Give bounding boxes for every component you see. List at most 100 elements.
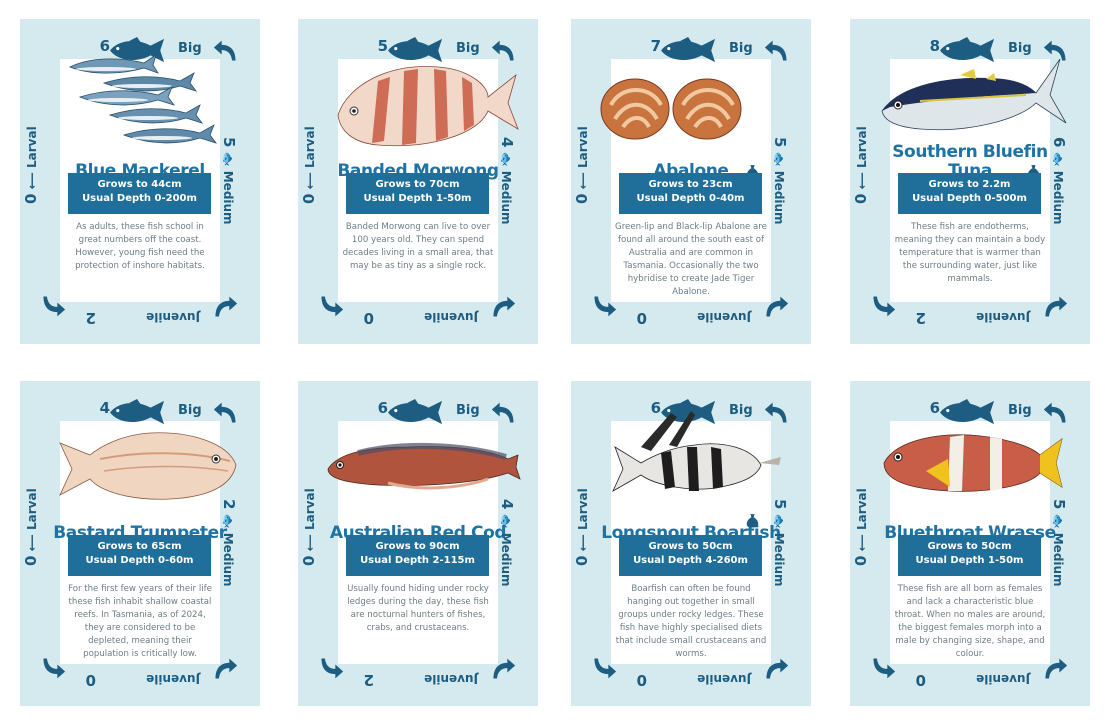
larval-label: Larval [25,126,39,168]
larval-stage: 0 ⟵ Larval [300,488,318,566]
species-card-abalone[interactable]: 7 Big Abalone Grows to 23cm Usual Depth … [571,19,811,344]
cycle-arrow-icon [40,656,66,680]
juvenile-label: Juvenile [976,672,1030,686]
abalone-shells-illustration [600,78,742,140]
stats-box: Grows to 44cm Usual Depth 0-200m [68,173,211,214]
usual-depth-text: Usual Depth 1-50m [915,555,1024,566]
larval-number: 0 [852,555,870,566]
species-description: These fish are all born as females and l… [894,584,1046,659]
medium-number: 5 [220,137,238,148]
juvenile-label: Juvenile [424,672,478,686]
cycle-arrow-icon [490,657,516,681]
stats-box: Grows to 23cm Usual Depth 0-40m [619,173,762,214]
cycle-arrow-icon [870,656,896,680]
juvenile-label: Juvenile [697,310,751,324]
larval-label: Larval [576,488,590,530]
mackerel-school-illustration [69,54,218,144]
species-card-southern-bluefin-tuna[interactable]: 8 Big Southern Bluefin Tuna Grows to 2.2… [850,19,1090,344]
medium-label: Medium [1051,532,1065,587]
juvenile-number: 0 [636,671,647,689]
banded-morwong-illustration [337,66,519,147]
juvenile-stage: Juvenile 0 [631,303,751,327]
grows-to-text: Grows to 23cm [648,179,733,190]
longsnout-boarfish-illustration [612,411,781,492]
juvenile-label: Juvenile [146,672,200,686]
larval-stage: 0 ⟵ Larval [852,488,870,566]
juvenile-number: 0 [915,671,926,689]
larval-label: Larval [303,488,317,530]
species-card-blue-mackerel[interactable]: 6 Big Blue Mackerel Grows to 44cm Usual … [20,19,260,344]
medium-stage: 5 🐟 Medium [771,137,789,225]
larval-label: Larval [303,126,317,168]
medium-label: Medium [221,170,235,225]
bastard-trumpeter-illustration [59,432,237,500]
juvenile-label: Juvenile [697,672,751,686]
species-card-longsnout-boarfish[interactable]: 6 Big Longsnout Boarfish Grows to 50cm U… [571,381,811,706]
species-description: These fish are endotherms, meaning they … [894,222,1046,284]
grows-to-text: Grows to 90cm [375,541,460,552]
medium-label: Medium [499,532,513,587]
usual-depth-text: Usual Depth 0-40m [636,193,745,204]
medium-number: 5 [771,499,789,510]
species-card-australian-red-cod[interactable]: 6 Big Australian Red Cod Grows to 90cm U… [298,381,538,706]
juvenile-stage: Juvenile 0 [910,665,1030,689]
cycle-arrow-icon [40,294,66,318]
medium-number: 4 [498,499,516,510]
medium-stage: 6 🐟 Medium [1050,137,1068,225]
juvenile-label: Juvenile [146,310,200,324]
medium-number: 5 [1050,499,1068,510]
usual-depth-text: Usual Depth 0-200m [82,193,197,204]
stats-box: Grows to 2.2m Usual Depth 0-500m [898,173,1041,214]
cycle-arrow-icon [318,656,344,680]
species-description: For the first few years of their life th… [68,584,212,659]
bluefin-tuna-illustration [881,58,1067,131]
medium-stage: 2 🐟 Medium [220,499,238,587]
larval-label: Larval [576,126,590,168]
cycle-arrow-icon [591,294,617,318]
grows-to-text: Grows to 50cm [648,541,733,552]
larval-stage: 0 ⟵ Larval [852,126,870,204]
medium-label: Medium [1051,170,1065,225]
juvenile-number: 2 [915,309,926,327]
larval-stage: 0 ⟵ Larval [300,126,318,204]
larval-number: 0 [300,193,318,204]
stats-box: Grows to 90cm Usual Depth 2-115m [346,535,489,576]
cycle-arrow-icon [591,656,617,680]
cycle-arrow-icon [1042,295,1068,319]
grows-to-text: Grows to 65cm [97,541,182,552]
species-card-bastard-trumpeter[interactable]: 4 Big Bastard Trumpeter Grows to 65cm Us… [20,381,260,706]
bluethroat-wrasse-illustration [883,434,1063,492]
larval-stage: 0 ⟵ Larval [22,126,40,204]
larval-number: 0 [573,555,591,566]
medium-label: Medium [499,170,513,225]
species-description: Boarfish can often be found hanging out … [615,584,767,659]
medium-label: Medium [772,532,786,587]
bag-icon [746,513,759,528]
larval-label: Larval [855,488,869,530]
juvenile-stage: Juvenile 0 [358,303,478,327]
juvenile-stage: Juvenile 0 [631,665,751,689]
grows-to-text: Grows to 50cm [927,541,1012,552]
cycle-arrow-icon [1042,657,1068,681]
grows-to-text: Grows to 2.2m [928,179,1011,190]
red-cod-illustration [327,442,521,490]
species-card-banded-morwong[interactable]: 5 Big Banded Morwong Grows to 70cm Usual… [298,19,538,344]
species-card-bluethroat-wrasse[interactable]: 6 Big Bluethroat Wrasse Grows to 50cm Us… [850,381,1090,706]
stats-box: Grows to 50cm Usual Depth 4-260m [619,535,762,576]
medium-label: Medium [772,170,786,225]
species-description: Banded Morwong can live to over 100 year… [342,222,494,271]
species-description: Usually found hiding under rocky ledges … [347,584,489,633]
larval-number: 0 [852,193,870,204]
usual-depth-text: Usual Depth 0-60m [85,555,194,566]
juvenile-stage: Juvenile 2 [910,303,1030,327]
juvenile-number: 2 [85,309,96,327]
stats-box: Grows to 70cm Usual Depth 1-50m [346,173,489,214]
larval-number: 0 [300,555,318,566]
medium-stage: 5 🐟 Medium [771,499,789,587]
grows-to-text: Grows to 70cm [375,179,460,190]
juvenile-number: 0 [363,309,374,327]
juvenile-label: Juvenile [976,310,1030,324]
juvenile-number: 2 [363,671,374,689]
species-description: As adults, these fish school in great nu… [75,222,205,271]
cycle-arrow-icon [870,294,896,318]
